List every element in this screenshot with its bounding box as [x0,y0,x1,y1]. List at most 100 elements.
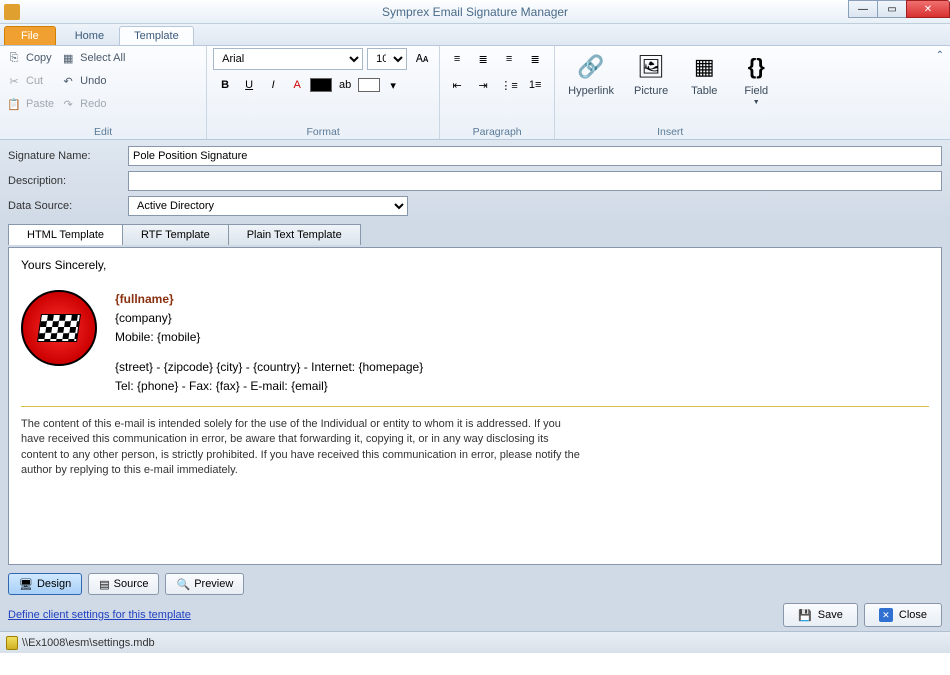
outdent-icon: ⇤ [453,79,462,92]
number-list-button[interactable]: 1≡ [524,74,546,96]
preview-label: Preview [194,578,233,590]
data-source-select[interactable]: Active Directory [128,196,408,216]
copy-label: Copy [26,52,52,64]
save-icon: 💾 [798,609,812,622]
design-view-button[interactable]: 🖥Design [8,573,82,595]
company-field: {company} [115,309,423,327]
save-button[interactable]: 💾Save [783,603,858,627]
hyperlink-button[interactable]: 🔗 Hyperlink [561,48,621,100]
font-size-select[interactable]: 10 [367,48,407,70]
html-template-tab[interactable]: HTML Template [8,224,123,245]
copy-icon: ⎘ [6,50,22,66]
align-center-button[interactable]: ≣ [472,48,494,70]
source-view-button[interactable]: ▤Source [88,573,159,595]
ribbon: ⌃ ⎘ Copy ✂ Cut 📋Paste ▦ Select All ↶Undo ↷R… [0,46,950,140]
data-source-label: Data Source: [8,200,128,212]
redo-label: Redo [80,98,106,110]
fullname-field: {fullname} [115,290,423,308]
signature-editor[interactable]: Yours Sincerely, {fullname} {company} Mo… [8,247,942,565]
bold-button[interactable]: B [213,74,237,96]
underline-button[interactable]: U [237,74,261,96]
undo-button[interactable]: ↶Undo [60,71,200,91]
picture-label: Picture [634,85,668,97]
file-tab[interactable]: File [4,26,56,45]
picture-button[interactable]: 🖼 Picture [627,48,675,100]
ribbon-group-paragraph: ≡ ≣ ≡ ≣ ⇤ ⇥ ⋮≡ 1≡ Paragraph [440,46,555,139]
font-color-swatch[interactable] [309,74,333,96]
italic-button[interactable]: I [261,74,285,96]
mobile-field: Mobile: {mobile} [115,328,423,346]
font-name-select[interactable]: Arial [213,48,363,70]
template-tab[interactable]: Template [119,26,194,45]
hyperlink-icon: 🔗 [575,51,607,83]
main-tab-row: File Home Template [0,24,950,46]
indent-button[interactable]: ⇥ [472,74,494,96]
copy-button[interactable]: ⎘ Copy [6,48,54,68]
editor-container: Yours Sincerely, {fullname} {company} Mo… [0,245,950,569]
close-icon: ✕ [879,608,893,622]
description-input[interactable] [128,171,942,191]
select-all-icon: ▦ [60,50,76,66]
undo-icon: ↶ [60,73,76,89]
redo-button[interactable]: ↷Redo [60,94,200,114]
font-color-button[interactable]: A [285,74,309,96]
ribbon-group-insert: 🔗 Hyperlink 🖼 Picture ▦ Table {} Field ▼… [555,46,785,139]
signature-name-input[interactable] [128,146,942,166]
select-all-button[interactable]: ▦ Select All [60,48,200,68]
table-button[interactable]: ▦ Table [681,48,727,100]
white-swatch-icon [358,78,380,92]
collapse-ribbon-icon[interactable]: ⌃ [936,50,944,61]
insert-group-label: Insert [561,125,779,139]
field-icon: {} [740,51,772,83]
paragraph-group-label: Paragraph [446,125,548,139]
database-icon [6,636,18,650]
clear-format-button[interactable]: 🗛 [411,48,433,70]
checkered-flag-icon [37,314,81,342]
numbers-icon: 1≡ [529,79,542,91]
cut-label: Cut [26,75,43,87]
field-button[interactable]: {} Field ▼ [733,48,779,109]
format-dropdown[interactable]: ▾ [381,74,405,96]
hyperlink-label: Hyperlink [568,85,614,97]
tel-line: Tel: {phone} - Fax: {fax} - E-mail: {ema… [115,377,423,395]
plain-template-tab[interactable]: Plain Text Template [228,224,361,245]
define-settings-link[interactable]: Define client settings for this template [8,609,191,621]
close-button[interactable]: ✕Close [864,603,942,627]
table-icon: ▦ [688,51,720,83]
align-right-icon: ≡ [506,53,512,65]
paste-button[interactable]: 📋Paste [6,94,54,114]
maximize-button[interactable]: ▭ [877,0,907,18]
bullet-list-button[interactable]: ⋮≡ [498,74,520,96]
outdent-button[interactable]: ⇤ [446,74,468,96]
minimize-button[interactable]: — [848,0,878,18]
rtf-template-tab[interactable]: RTF Template [122,224,229,245]
cut-icon: ✂ [6,73,22,89]
description-label: Description: [8,175,128,187]
align-center-icon: ≣ [479,53,488,66]
table-label: Table [691,85,717,97]
format-group-label: Format [213,125,433,139]
highlight-swatch[interactable] [357,74,381,96]
form-area: Signature Name: Description: Data Source… [0,140,950,222]
window-controls: — ▭ ✕ [849,0,950,18]
cut-button[interactable]: ✂ Cut [6,71,54,91]
ribbon-group-edit: ⎘ Copy ✂ Cut 📋Paste ▦ Select All ↶Undo ↷Red… [0,46,207,139]
align-justify-icon: ≣ [531,53,540,66]
picture-icon: 🖼 [635,51,667,83]
app-title: Symprex Email Signature Manager [382,5,568,19]
align-justify-button[interactable]: ≣ [524,48,546,70]
indent-icon: ⇥ [479,79,488,92]
home-tab[interactable]: Home [60,26,119,45]
signature-text-block: {fullname} {company} Mobile: {mobile} {s… [115,290,423,396]
highlight-button[interactable]: ab [333,74,357,96]
close-window-button[interactable]: ✕ [906,0,950,18]
align-right-button[interactable]: ≡ [498,48,520,70]
signature-name-label: Signature Name: [8,150,128,162]
chevron-down-icon: ▼ [753,99,760,106]
select-all-label: Select All [80,52,200,64]
align-left-button[interactable]: ≡ [446,48,468,70]
preview-view-button[interactable]: 🔍Preview [165,573,244,595]
bullets-icon: ⋮≡ [500,79,517,92]
paste-label: Paste [26,98,54,110]
design-label: Design [37,578,71,590]
